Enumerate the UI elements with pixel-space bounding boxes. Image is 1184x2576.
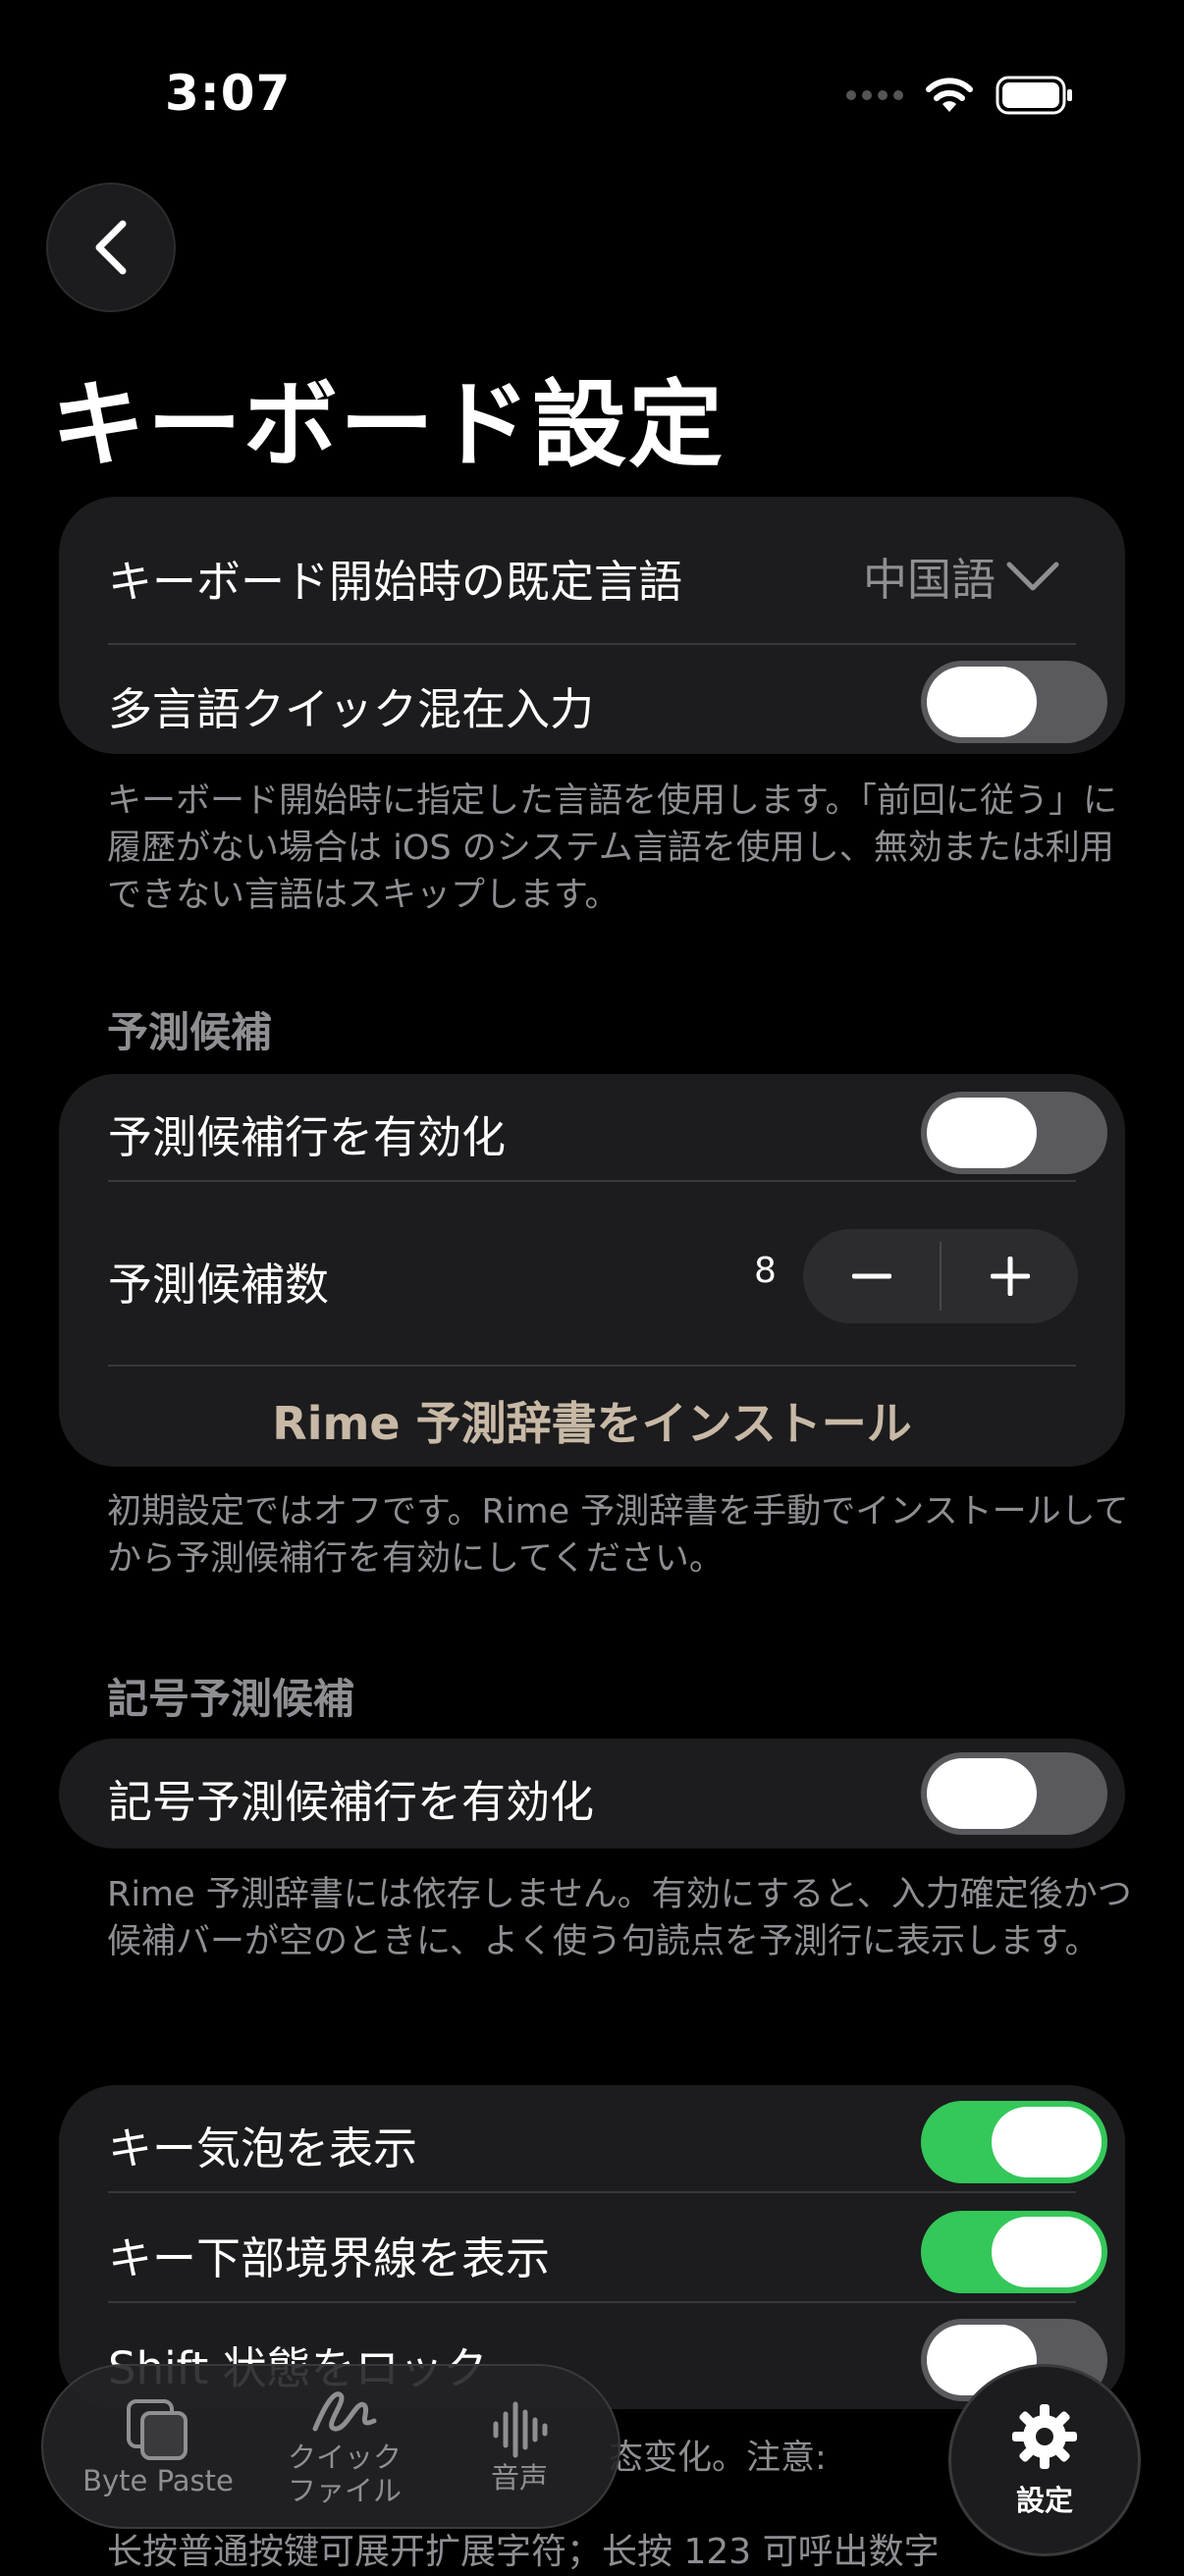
tab-voice-label: 音声 [490, 2461, 548, 2495]
prediction-enable-label: 予測候補行を有効化 [108, 1111, 507, 1163]
copy-icon [127, 2399, 188, 2460]
prediction-count-label: 予測候補数 [108, 1259, 330, 1311]
key-border-label: キー下部境界線を表示 [108, 2232, 551, 2284]
back-button[interactable] [46, 183, 176, 312]
prediction-enable-toggle[interactable] [921, 1092, 1107, 1174]
plus-icon [990, 1257, 1030, 1296]
toggle-knob [927, 1098, 1037, 1168]
increment-button[interactable] [942, 1229, 1078, 1323]
toggle-knob [927, 667, 1037, 737]
key-bubble-toggle[interactable] [921, 2101, 1107, 2183]
prediction-count-stepper[interactable] [803, 1229, 1078, 1323]
scribble-icon [312, 2391, 377, 2432]
divider [108, 643, 1076, 645]
toggle-knob [927, 1758, 1037, 1829]
default-language-label: キーボード開始時の既定言語 [108, 556, 683, 608]
key-border-toggle[interactable] [921, 2211, 1107, 2293]
divider [108, 1180, 1076, 1182]
page-title: キーボード設定 [51, 370, 725, 480]
gear-icon [1012, 2404, 1077, 2469]
default-language-select[interactable]: 中国語 [863, 544, 1060, 608]
key-bubble-label: キー気泡を表示 [108, 2122, 418, 2174]
chevron-down-icon [1006, 562, 1059, 590]
language-footnote: キーボード開始時に指定した言語を使用します。「前回に従う」に履歴がない場合は i… [107, 781, 1118, 915]
wifi-icon [926, 78, 973, 112]
minus-icon [851, 1273, 891, 1279]
tab-settings-label: 設定 [1015, 2484, 1073, 2517]
bottom-footnote-line2: 长按普通按键可展开扩展字符；长按 123 可呼出数字 [107, 2532, 940, 2572]
tab-settings[interactable]: 設定 [948, 2364, 1141, 2556]
battery-icon [996, 76, 1072, 115]
language-card: キーボード開始時の既定言語 中国語 多言語クイック混在入力 [59, 497, 1125, 754]
tab-quick-file-label-line2: ファイル [287, 2474, 402, 2507]
divider [108, 1365, 1076, 1367]
multi-language-toggle[interactable] [921, 661, 1107, 743]
tab-quick-file-label-line1: クイック [287, 2441, 402, 2474]
status-time: 3:07 [165, 65, 292, 122]
tab-byte-paste-label: Byte Paste [82, 2464, 234, 2497]
symbol-prediction-section-header: 記号予測候補 [107, 1675, 355, 1723]
tab-byte-paste[interactable]: Byte Paste [65, 2366, 251, 2527]
cellular-icon [846, 90, 903, 100]
symbol-prediction-footnote: Rime 予測辞書には依存しません。有効にすると、入力確定後かつ候補バーが空のと… [107, 1875, 1132, 1961]
decrement-button[interactable] [803, 1229, 940, 1323]
prediction-section-header: 予測候補 [107, 1008, 273, 1056]
multi-language-label: 多言語クイック混在入力 [108, 683, 595, 735]
prediction-count-value: 8 [754, 1251, 777, 1291]
toggle-knob [992, 2217, 1102, 2287]
toggle-knob [992, 2107, 1102, 2177]
symbol-prediction-enable-label: 記号予測候補行を有効化 [108, 1776, 595, 1828]
divider [108, 2191, 1076, 2193]
tab-quick-file[interactable]: クイック ファイル [261, 2366, 428, 2527]
prediction-card: 予測候補行を有効化 予測候補数 8 Rime 予測辞書をインストール [59, 1074, 1125, 1467]
symbol-prediction-enable-toggle[interactable] [921, 1752, 1107, 1835]
symbol-prediction-card: 記号予測候補行を有効化 [59, 1739, 1125, 1849]
status-indicators [846, 71, 1074, 120]
tab-voice[interactable]: 音声 [446, 2366, 593, 2527]
waveform-icon [493, 2401, 548, 2458]
divider [108, 2301, 1076, 2303]
install-rime-dictionary-button[interactable]: Rime 予測辞書をインストール [59, 1388, 1125, 1453]
prediction-footnote: 初期設定ではオフです。Rime 予測辞書を手動でインストールしてから予測候補行を… [107, 1492, 1129, 1579]
tab-bar: Byte Paste クイック ファイル 音声 [41, 2364, 620, 2529]
chevron-left-icon [95, 220, 127, 275]
keys-card: キー気泡を表示 キー下部境界線を表示 Shift 状態をロック [59, 2085, 1125, 2409]
default-language-value: 中国語 [862, 554, 996, 606]
bottom-footnote-line1: 态变化。注意: [609, 2439, 827, 2478]
